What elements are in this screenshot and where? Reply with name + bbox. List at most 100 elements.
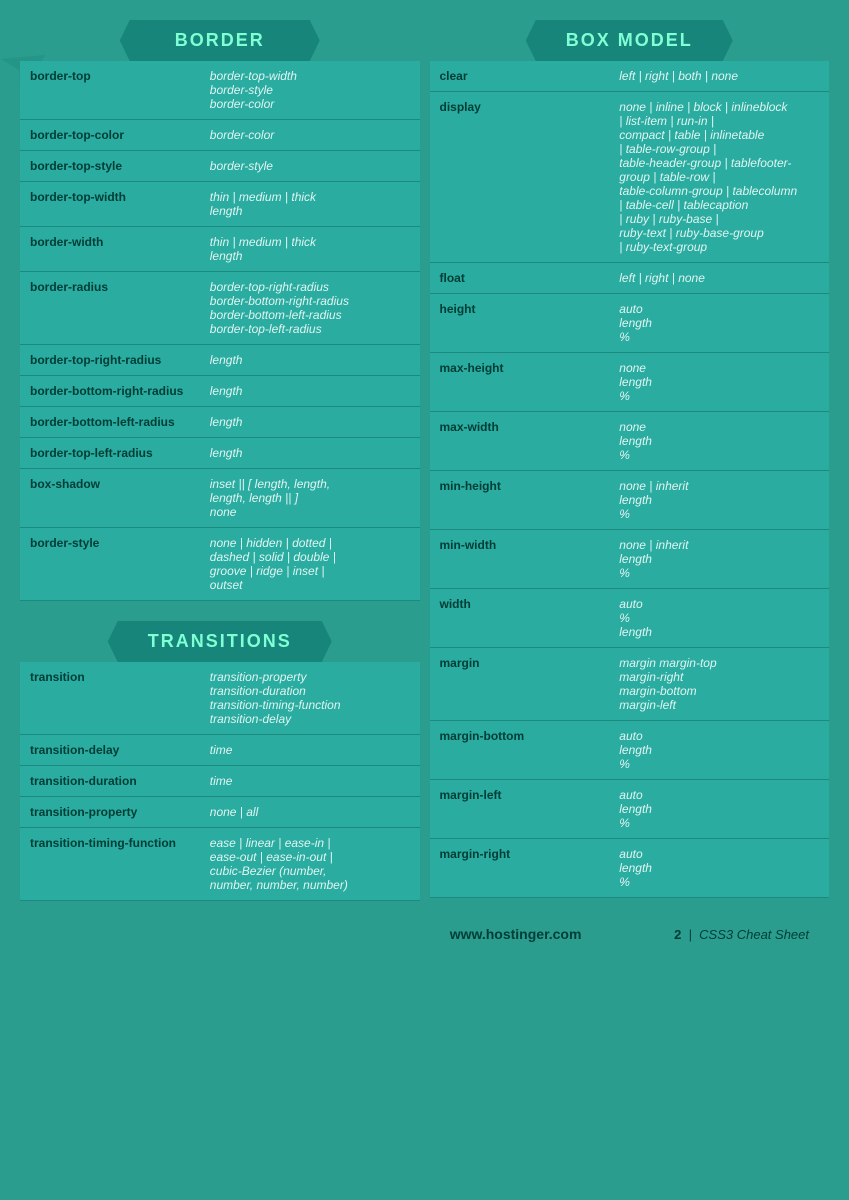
property-values: time — [200, 735, 420, 766]
border-section-header-wrapper: BORDER — [20, 20, 420, 61]
footer-page-info: 2 | CSS3 Cheat Sheet — [674, 927, 809, 942]
property-name: height — [430, 294, 610, 353]
property-values: border-color — [200, 120, 420, 151]
property-name: border-radius — [20, 272, 200, 345]
property-name: border-top-color — [20, 120, 200, 151]
property-name: margin-bottom — [430, 721, 610, 780]
transitions-table: transitiontransition-propertytransition-… — [20, 662, 420, 901]
property-values: none | inheritlength% — [609, 471, 829, 530]
table-row: displaynone | inline | block | inlineblo… — [430, 92, 830, 263]
box-model-section-title: BOX MODEL — [526, 20, 733, 61]
property-name: max-height — [430, 353, 610, 412]
left-column: BORDER border-topborder-top-widthborder-… — [20, 20, 420, 901]
property-name: border-top — [20, 61, 200, 120]
table-row: border-topborder-top-widthborder-stylebo… — [20, 61, 420, 120]
table-row: border-top-colorborder-color — [20, 120, 420, 151]
table-row: border-stylenone | hidden | dotted |dash… — [20, 528, 420, 601]
property-name: transition-timing-function — [20, 828, 200, 901]
property-name: transition-property — [20, 797, 200, 828]
property-name: border-bottom-right-radius — [20, 376, 200, 407]
table-row: border-bottom-right-radiuslength — [20, 376, 420, 407]
table-row: max-widthnonelength% — [430, 412, 830, 471]
border-table-wrapper: border-topborder-top-widthborder-stylebo… — [20, 61, 420, 601]
property-values: autolength% — [609, 839, 829, 898]
box-model-section-header-wrapper: BOX MODEL — [430, 20, 830, 61]
property-values: nonelength% — [609, 353, 829, 412]
table-row: min-heightnone | inheritlength% — [430, 471, 830, 530]
property-values: autolength% — [609, 780, 829, 839]
property-values: inset || [ length, length,length, length… — [200, 469, 420, 528]
property-values: thin | medium | thicklength — [200, 227, 420, 272]
table-row: border-top-styleborder-style — [20, 151, 420, 182]
property-values: margin margin-topmargin-rightmargin-bott… — [609, 648, 829, 721]
table-row: floatleft | right | none — [430, 263, 830, 294]
table-row: border-top-left-radiuslength — [20, 438, 420, 469]
table-row: border-widththin | medium | thicklength — [20, 227, 420, 272]
table-row: border-radiusborder-top-right-radiusbord… — [20, 272, 420, 345]
table-row: transition-durationtime — [20, 766, 420, 797]
property-name: border-top-left-radius — [20, 438, 200, 469]
property-name: min-width — [430, 530, 610, 589]
table-row: max-heightnonelength% — [430, 353, 830, 412]
property-values: length — [200, 376, 420, 407]
property-name: max-width — [430, 412, 610, 471]
table-row: transition-delaytime — [20, 735, 420, 766]
property-values: none | inline | block | inlineblock| lis… — [609, 92, 829, 263]
footer-page-number: 2 — [674, 927, 681, 942]
table-row: transition-timing-functionease | linear … — [20, 828, 420, 901]
columns: BORDER border-topborder-top-widthborder-… — [20, 20, 829, 901]
footer-website: www.hostinger.com — [357, 926, 674, 942]
table-row: heightautolength% — [430, 294, 830, 353]
property-values: border-top-right-radiusborder-bottom-rig… — [200, 272, 420, 345]
table-row: border-bottom-left-radiuslength — [20, 407, 420, 438]
right-column: BOX MODEL clearleft | right | both | non… — [430, 20, 830, 901]
table-row: margin-bottomautolength% — [430, 721, 830, 780]
table-row: marginmargin margin-topmargin-rightmargi… — [430, 648, 830, 721]
footer: www.hostinger.com 2 | CSS3 Cheat Sheet — [20, 911, 829, 957]
property-values: time — [200, 766, 420, 797]
property-name: border-bottom-left-radius — [20, 407, 200, 438]
border-table: border-topborder-top-widthborder-stylebo… — [20, 61, 420, 601]
property-name: width — [430, 589, 610, 648]
transitions-table-wrapper: transitiontransition-propertytransition-… — [20, 662, 420, 901]
main-container: BORDER border-topborder-top-widthborder-… — [0, 0, 849, 957]
property-name: border-top-style — [20, 151, 200, 182]
property-name: float — [430, 263, 610, 294]
property-name: border-top-width — [20, 182, 200, 227]
table-row: border-top-widththin | medium | thicklen… — [20, 182, 420, 227]
property-values: length — [200, 345, 420, 376]
border-section-title: BORDER — [120, 20, 320, 61]
property-values: border-top-widthborder-styleborder-color — [200, 61, 420, 120]
transitions-wrapper: TRANSITIONS transitiontransition-propert… — [20, 621, 420, 901]
box-model-table: clearleft | right | both | nonedisplayno… — [430, 61, 830, 898]
table-row: transitiontransition-propertytransition-… — [20, 662, 420, 735]
table-row: clearleft | right | both | none — [430, 61, 830, 92]
property-name: border-width — [20, 227, 200, 272]
table-row: widthauto%length — [430, 589, 830, 648]
table-row: margin-leftautolength% — [430, 780, 830, 839]
property-name: transition — [20, 662, 200, 735]
property-name: border-style — [20, 528, 200, 601]
property-values: left | right | both | none — [609, 61, 829, 92]
property-name: clear — [430, 61, 610, 92]
property-name: margin — [430, 648, 610, 721]
property-name: margin-left — [430, 780, 610, 839]
property-values: autolength% — [609, 294, 829, 353]
table-row: box-shadowinset || [ length, length,leng… — [20, 469, 420, 528]
property-values: ease | linear | ease-in |ease-out | ease… — [200, 828, 420, 901]
property-values: thin | medium | thicklength — [200, 182, 420, 227]
property-values: none | hidden | dotted |dashed | solid |… — [200, 528, 420, 601]
transitions-section-header-wrapper: TRANSITIONS — [20, 621, 420, 662]
property-name: margin-right — [430, 839, 610, 898]
property-values: none | all — [200, 797, 420, 828]
property-values: autolength% — [609, 721, 829, 780]
table-row: border-top-right-radiuslength — [20, 345, 420, 376]
table-row: min-widthnone | inheritlength% — [430, 530, 830, 589]
property-values: none | inheritlength% — [609, 530, 829, 589]
property-values: length — [200, 438, 420, 469]
table-row: transition-propertynone | all — [20, 797, 420, 828]
property-name: border-top-right-radius — [20, 345, 200, 376]
property-name: transition-duration — [20, 766, 200, 797]
property-values: transition-propertytransition-durationtr… — [200, 662, 420, 735]
property-name: min-height — [430, 471, 610, 530]
